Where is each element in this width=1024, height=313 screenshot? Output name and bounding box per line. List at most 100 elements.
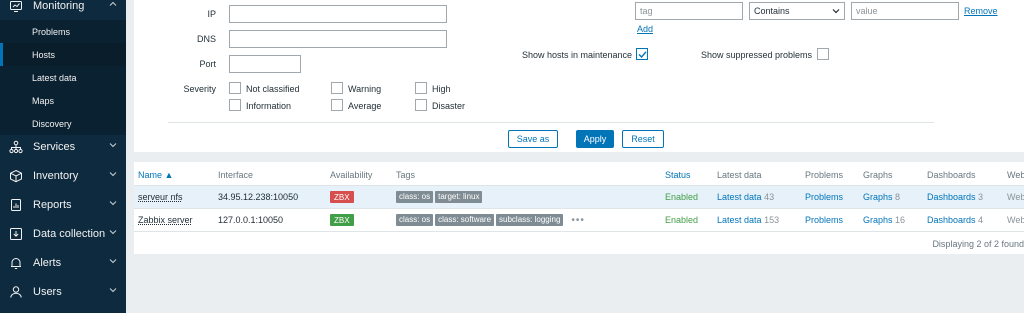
reset-button[interactable]: Reset	[622, 130, 664, 148]
column-header-dashboards: Dashboards	[927, 170, 976, 180]
tag-badge: subclass: logging	[496, 214, 564, 226]
sidebar-item-latest-data[interactable]: Latest data	[0, 66, 126, 89]
problems-link[interactable]: Problems	[805, 192, 843, 202]
severity-average-checkbox[interactable]	[331, 99, 343, 111]
sidebar-item-hosts[interactable]: Hosts	[0, 43, 126, 66]
chevron-up-icon	[108, 0, 118, 9]
dashboards-link[interactable]: Dashboards 4	[927, 215, 983, 225]
ip-label: IP	[207, 9, 216, 19]
dashboards-link[interactable]: Dashboards 3	[927, 192, 983, 202]
nav-alerts[interactable]: Alerts	[0, 248, 126, 277]
tag-operator-select[interactable]: Contains	[749, 2, 845, 20]
host-status-link[interactable]: Enabled	[665, 192, 698, 202]
reports-icon	[9, 198, 23, 212]
severity-average-label: Average	[348, 101, 382, 111]
availability-badge: ZBX	[330, 191, 354, 203]
chevron-down-icon	[108, 169, 118, 179]
chevron-down-icon	[108, 285, 118, 295]
show-maintenance-checkbox[interactable]	[636, 48, 648, 60]
nav-monitoring[interactable]: Monitoring	[0, 0, 126, 20]
column-header-status[interactable]: Status	[665, 170, 691, 180]
show-suppressed-label: Show suppressed problems	[701, 50, 813, 60]
graphs-label: Graphs	[863, 192, 893, 202]
nav-data-collection-label: Data collection	[33, 227, 106, 240]
column-header-web: Web	[1007, 170, 1024, 180]
graphs-link[interactable]: Graphs 16	[863, 215, 905, 225]
latest-data-link[interactable]: Latest data 43	[717, 192, 774, 202]
problems-link[interactable]: Problems	[805, 215, 843, 225]
column-header-latest-data: Latest data	[717, 170, 762, 180]
tag-operator-value: Contains	[754, 6, 790, 16]
table-footer-count: Displaying 2 of 2 found	[932, 239, 1024, 249]
severity-not-classified-checkbox[interactable]	[229, 82, 241, 94]
column-header-tags: Tags	[396, 170, 416, 180]
chevron-down-icon	[108, 140, 118, 150]
chevron-down-icon	[108, 227, 118, 237]
filter-panel: IP DNS Port Severity Not classified Warn…	[134, 0, 1024, 152]
nav-alerts-label: Alerts	[33, 256, 62, 269]
column-header-availability: Availability	[330, 170, 373, 180]
tag-value-input[interactable]	[851, 2, 959, 20]
severity-disaster-checkbox[interactable]	[415, 99, 427, 111]
chevron-down-icon	[108, 198, 118, 208]
services-icon	[9, 140, 23, 154]
graphs-label: Graphs	[863, 215, 893, 225]
severity-disaster-label: Disaster	[432, 101, 466, 111]
column-header-graphs: Graphs	[863, 170, 893, 180]
nav-inventory[interactable]: Inventory	[0, 161, 126, 190]
tag-badge: target: linux	[435, 191, 483, 203]
chevron-down-icon	[832, 7, 840, 15]
nav-users[interactable]: Users	[0, 277, 126, 306]
ip-input[interactable]	[229, 5, 447, 23]
nav-data-collection[interactable]: Data collection	[0, 219, 126, 248]
dns-label: DNS	[196, 34, 216, 44]
nav-reports[interactable]: Reports	[0, 190, 126, 219]
sidebar-item-label: Latest data	[32, 72, 77, 83]
port-input[interactable]	[229, 55, 301, 73]
nav-services-label: Services	[33, 140, 76, 153]
column-header-name[interactable]: Name ▲	[138, 170, 173, 180]
main-content: IP DNS Port Severity Not classified Warn…	[126, 0, 1024, 313]
sidebar-item-problems[interactable]: Problems	[0, 20, 126, 43]
filter-divider	[168, 122, 934, 123]
availability-badge: ZBX	[330, 214, 354, 226]
apply-button[interactable]: Apply	[576, 130, 614, 148]
latest-data-link[interactable]: Latest data 153	[717, 215, 779, 225]
hosts-table: Name ▲ Interface Availability Tags Statu…	[134, 162, 1024, 254]
port-label: Port	[199, 59, 216, 69]
dashboards-label: Dashboards	[927, 192, 976, 202]
severity-information-checkbox[interactable]	[229, 99, 241, 111]
show-suppressed-checkbox[interactable]	[817, 48, 829, 60]
severity-high-label: High	[432, 84, 451, 94]
more-tags-button[interactable]: •••	[571, 215, 585, 226]
sidebar-item-label: Maps	[32, 95, 55, 106]
web-link[interactable]: Web	[1007, 215, 1024, 225]
save-as-button[interactable]: Save as	[508, 130, 558, 148]
severity-information-label: Information	[246, 101, 292, 111]
dashboards-count: 4	[978, 215, 984, 225]
nav-reports-label: Reports	[33, 198, 72, 211]
users-icon	[9, 285, 23, 299]
nav-monitoring-label: Monitoring	[33, 0, 85, 12]
dashboards-label: Dashboards	[927, 215, 976, 225]
severity-label: Severity	[183, 84, 216, 94]
add-tag-link[interactable]: Add	[637, 24, 653, 34]
severity-high-checkbox[interactable]	[415, 82, 427, 94]
severity-warning-checkbox[interactable]	[331, 82, 343, 94]
monitoring-icon	[9, 0, 23, 13]
dns-input[interactable]	[229, 30, 447, 48]
host-name-link[interactable]: Zabbix server	[138, 215, 193, 225]
remove-tag-link[interactable]: Remove	[964, 6, 998, 16]
web-link[interactable]: Web	[1007, 192, 1024, 202]
tag-name-input[interactable]	[635, 2, 743, 20]
host-status-link[interactable]: Enabled	[665, 215, 698, 225]
table-row: serveur nfs 34.95.12.238:10050 ZBX class…	[134, 186, 1024, 208]
sidebar-item-label: Discovery	[32, 118, 72, 129]
host-name-link[interactable]: serveur nfs	[138, 192, 183, 202]
table-row: Zabbix server 127.0.0.1:10050 ZBX class:…	[134, 209, 1024, 231]
severity-warning-label: Warning	[348, 84, 382, 94]
nav-services[interactable]: Services	[0, 132, 126, 161]
sidebar-item-maps[interactable]: Maps	[0, 89, 126, 112]
graphs-link[interactable]: Graphs 8	[863, 192, 900, 202]
inventory-icon	[9, 169, 23, 183]
